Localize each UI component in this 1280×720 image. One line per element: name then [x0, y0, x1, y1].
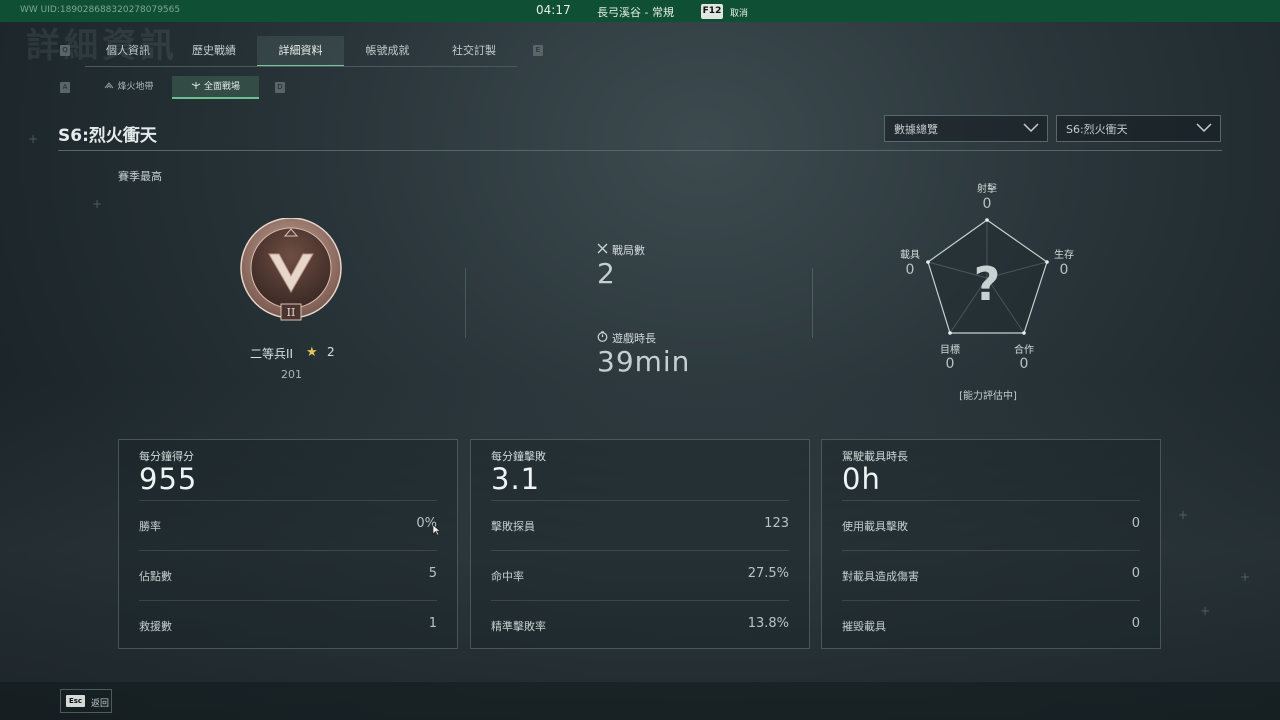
- section-divider: [465, 268, 466, 338]
- map-mode-label: 長弓溪谷 - 常規: [597, 6, 674, 19]
- cancel-label[interactable]: 取消: [730, 6, 748, 19]
- chevron-down-icon: [1196, 123, 1212, 133]
- vehicle-kills-label: 使用載具擊敗: [842, 520, 908, 533]
- vehicle-damage-value: 0: [1131, 566, 1140, 581]
- radar-vehicle-value: 0: [905, 262, 915, 278]
- season-dropdown-value: S6:烈火衝天: [1066, 123, 1128, 136]
- tab-personal-info[interactable]: 個人資訊: [85, 36, 171, 66]
- card-divider: [139, 500, 437, 501]
- operator-kills-label: 擊敗探員: [491, 520, 535, 533]
- headshot-rate-value: 13.8%: [747, 616, 789, 631]
- plus-marker-icon: +: [1200, 604, 1211, 618]
- plus-marker-icon: +: [92, 197, 103, 211]
- rank-points: 201: [281, 368, 302, 381]
- vehicles-destroyed-label: 摧毀載具: [842, 620, 886, 633]
- kills-per-minute-card: 每分鐘擊敗 3.1 擊敗探員 123 命中率 27.5% 精準擊敗率 13.8%: [470, 439, 810, 649]
- radar-shooting-label: 射擊: [977, 184, 997, 195]
- plus-marker-icon: +: [1178, 508, 1189, 522]
- prev-subtab-key-hint[interactable]: A: [60, 82, 70, 93]
- captures-label: 佔點數: [139, 570, 172, 583]
- season-dropdown[interactable]: S6:烈火衝天: [1056, 115, 1221, 142]
- playtime-value: 39min: [597, 345, 691, 378]
- headshot-rate-label: 精準擊敗率: [491, 620, 546, 633]
- rank-roman-numeral: II: [287, 306, 296, 319]
- vehicle-damage-label: 對載具造成傷害: [842, 570, 919, 583]
- card-value: 0h: [842, 462, 881, 496]
- vehicles-destroyed-value: 0: [1131, 616, 1140, 631]
- tab-detailed-data[interactable]: 詳細資料: [257, 36, 344, 67]
- tab-account-achievements[interactable]: 帳號成就: [344, 36, 431, 66]
- card-value: 955: [139, 462, 198, 496]
- footer-bar: [0, 682, 1280, 720]
- accuracy-label: 命中率: [491, 570, 524, 583]
- next-subtab-key-hint[interactable]: D: [275, 82, 285, 93]
- ability-radar-chart: ?: [926, 218, 1049, 335]
- win-rate-label: 勝率: [139, 520, 161, 533]
- radar-coop-label: 合作: [1014, 345, 1034, 356]
- plus-marker-icon: +: [28, 132, 39, 146]
- header-divider: [58, 150, 1222, 151]
- card-divider: [491, 550, 789, 551]
- data-view-dropdown-value: 數據總覽: [894, 123, 938, 136]
- radar-status: [能力評估中]: [959, 391, 1017, 402]
- subtab-hazard-zone[interactable]: 烽火地帶: [86, 76, 172, 99]
- card-divider: [491, 500, 789, 501]
- card-value: 3.1: [491, 462, 541, 496]
- season-high-label: 賽季最高: [118, 170, 162, 183]
- esc-key-hint[interactable]: Esc: [66, 695, 85, 707]
- chevron-down-icon: [1023, 123, 1039, 133]
- radar-objective-label: 目標: [940, 345, 960, 356]
- tab-social-customization[interactable]: 社交訂製: [431, 36, 517, 66]
- radar-coop-value: 0: [1019, 356, 1029, 372]
- playtime-label: 遊戲時長: [612, 332, 656, 345]
- captures-value: 5: [428, 566, 437, 581]
- tab-row-divider: [85, 66, 517, 67]
- subtab-hazard-zone-label: 烽火地帶: [117, 82, 154, 92]
- all-out-warfare-icon: [191, 82, 201, 89]
- subtab-all-out-warfare[interactable]: 全面戰場: [172, 76, 259, 99]
- vehicle-kills-value: 0: [1131, 516, 1140, 531]
- star-icon: ★: [306, 345, 318, 360]
- back-label[interactable]: 返回: [91, 696, 109, 709]
- card-divider: [842, 550, 1140, 551]
- mouse-cursor-icon: [432, 524, 441, 536]
- data-view-dropdown[interactable]: 數據總覽: [884, 115, 1048, 142]
- prev-tab-key-hint[interactable]: Q: [60, 45, 70, 56]
- revives-value: 1: [428, 616, 437, 631]
- subtab-all-out-warfare-label: 全面戰場: [203, 82, 240, 92]
- rank-star-count: 2: [327, 345, 335, 359]
- radar-survival-label: 生存: [1054, 250, 1074, 261]
- radar-survival-value: 0: [1059, 262, 1069, 278]
- card-divider: [842, 600, 1140, 601]
- tab-match-history[interactable]: 歷史戰績: [171, 36, 257, 66]
- vehicle-time-card: 駕駛載具時長 0h 使用載具擊敗 0 對載具造成傷害 0 摧毀載具 0: [821, 439, 1161, 649]
- radar-vehicle-label: 載具: [900, 250, 920, 261]
- accuracy-value: 27.5%: [747, 566, 789, 581]
- operator-kills-value: 123: [764, 516, 789, 531]
- hazard-zone-icon: [105, 82, 114, 89]
- card-divider: [842, 500, 1140, 501]
- stopwatch-icon: [597, 331, 608, 342]
- next-tab-key-hint[interactable]: E: [533, 45, 543, 56]
- radar-placeholder-glyph: ?: [974, 257, 1001, 311]
- radar-shooting-value: 0: [982, 196, 992, 212]
- matches-value: 2: [597, 257, 616, 290]
- matches-label: 戰局數: [612, 244, 645, 257]
- match-timer: 04:17: [536, 3, 571, 17]
- section-divider: [812, 268, 813, 338]
- radar-objective-value: 0: [945, 356, 955, 372]
- revives-label: 救援數: [139, 620, 172, 633]
- rank-name: 二等兵II: [250, 347, 294, 361]
- rank-badge-icon: II: [240, 218, 342, 321]
- season-title: S6:烈火衝天: [58, 126, 157, 146]
- plus-marker-icon: +: [1240, 570, 1251, 584]
- card-divider: [139, 600, 437, 601]
- card-divider: [491, 600, 789, 601]
- f12-key-hint[interactable]: F12: [701, 4, 723, 19]
- user-uid: WW UID:1890286883202780795​65: [20, 5, 181, 15]
- card-divider: [139, 550, 437, 551]
- crossed-swords-icon: [597, 243, 608, 254]
- score-per-minute-card: 每分鐘得分 955 勝率 0% 佔點數 5 救援數 1: [118, 439, 458, 649]
